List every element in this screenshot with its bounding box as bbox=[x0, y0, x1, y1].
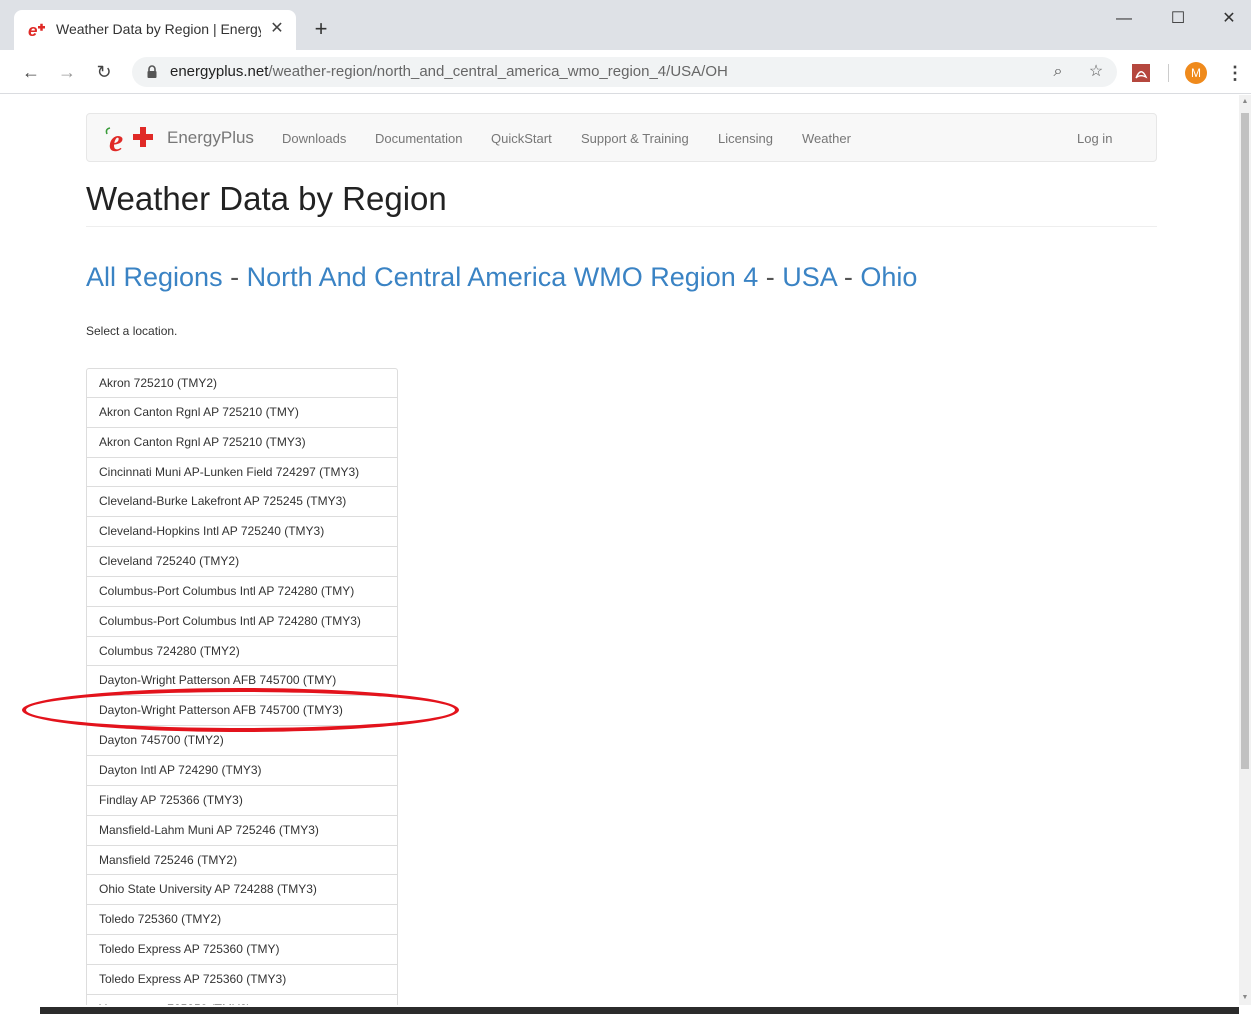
location-item[interactable]: Dayton Intl AP 724290 (TMY3) bbox=[86, 755, 398, 786]
nav-quickstart[interactable]: QuickStart bbox=[491, 131, 552, 146]
location-item[interactable]: Toledo Express AP 725360 (TMY3) bbox=[86, 964, 398, 995]
location-item[interactable]: Columbus-Port Columbus Intl AP 724280 (T… bbox=[86, 576, 398, 607]
forward-icon[interactable]: → bbox=[54, 59, 80, 85]
toolbar-divider bbox=[1168, 64, 1169, 82]
breadcrumb-region[interactable]: North And Central America WMO Region 4 bbox=[247, 262, 759, 292]
page-title: Weather Data by Region bbox=[86, 180, 447, 217]
menu-icon[interactable]: ⋮ bbox=[1226, 62, 1244, 84]
breadcrumb-separator: - bbox=[836, 262, 861, 292]
location-item[interactable]: Dayton 745700 (TMY2) bbox=[86, 726, 398, 756]
zoom-icon[interactable]: ⌕ bbox=[1048, 62, 1068, 82]
minimize-button[interactable]: — bbox=[1102, 6, 1146, 32]
location-item[interactable]: Columbus 724280 (TMY2) bbox=[86, 636, 398, 667]
location-item[interactable]: Dayton-Wright Patterson AFB 745700 (TMY) bbox=[86, 666, 398, 697]
location-item[interactable]: Toledo 725360 (TMY2) bbox=[86, 905, 398, 936]
nav-licensing[interactable]: Licensing bbox=[718, 131, 773, 146]
location-item[interactable]: Columbus-Port Columbus Intl AP 724280 (T… bbox=[86, 606, 398, 637]
nav-weather[interactable]: Weather bbox=[802, 131, 851, 146]
breadcrumb-country[interactable]: USA bbox=[782, 262, 836, 292]
login-link[interactable]: Log in bbox=[1077, 131, 1112, 146]
location-item[interactable]: Mansfield-Lahm Muni AP 725246 (TMY3) bbox=[86, 815, 398, 846]
browser-toolbar: ← → ↻ energyplus.net/weather-region/nort… bbox=[0, 50, 1251, 94]
back-icon[interactable]: ← bbox=[18, 59, 44, 85]
browser-tab[interactable]: e Weather Data by Region | Energy ✕ bbox=[14, 10, 296, 50]
address-bar[interactable]: energyplus.net/weather-region/north_and_… bbox=[132, 57, 1117, 87]
new-tab-button[interactable]: + bbox=[309, 18, 333, 42]
location-item[interactable]: Akron Canton Rgnl AP 725210 (TMY) bbox=[86, 397, 398, 428]
breadcrumb: All Regions - North And Central America … bbox=[86, 262, 917, 293]
energyplus-favicon-icon: e bbox=[28, 21, 45, 39]
scroll-down-icon[interactable]: ▼ bbox=[1239, 991, 1251, 1005]
location-item[interactable]: Cleveland-Hopkins Intl AP 725240 (TMY3) bbox=[86, 517, 398, 548]
nav-downloads[interactable]: Downloads bbox=[282, 131, 346, 146]
taskbar-edge bbox=[40, 1007, 1239, 1014]
breadcrumb-separator: - bbox=[758, 262, 783, 292]
location-item[interactable]: Ohio State University AP 724288 (TMY3) bbox=[86, 875, 398, 906]
location-item[interactable]: Toledo Express AP 725360 (TMY) bbox=[86, 935, 398, 965]
location-item[interactable]: Cleveland-Burke Lakefront AP 725245 (TMY… bbox=[86, 487, 398, 518]
browser-tabstrip: e Weather Data by Region | Energy ✕ + — … bbox=[0, 0, 1251, 50]
site-navbar: e EnergyPlus Downloads Documentation Qui… bbox=[86, 113, 1157, 162]
svg-text:e: e bbox=[28, 21, 37, 39]
brand-name[interactable]: EnergyPlus bbox=[167, 128, 254, 148]
location-list: Akron 725210 (TMY2) Akron Canton Rgnl AP… bbox=[86, 368, 398, 1014]
energyplus-logo[interactable]: e bbox=[103, 124, 159, 154]
profile-avatar[interactable]: M bbox=[1185, 62, 1207, 84]
reload-icon[interactable]: ↻ bbox=[91, 59, 117, 85]
tab-title: Weather Data by Region | Energy bbox=[56, 21, 261, 37]
location-item[interactable]: Mansfield 725246 (TMY2) bbox=[86, 845, 398, 876]
location-item[interactable]: Findlay AP 725366 (TMY3) bbox=[86, 785, 398, 816]
maximize-button[interactable]: ☐ bbox=[1156, 6, 1200, 32]
breadcrumb-state[interactable]: Ohio bbox=[860, 262, 917, 292]
location-item[interactable]: Akron 725210 (TMY2) bbox=[86, 368, 398, 398]
lock-icon bbox=[147, 65, 157, 78]
page-scrollbar[interactable]: ▲ ▼ bbox=[1239, 95, 1251, 1005]
select-location-label: Select a location. bbox=[86, 324, 178, 338]
location-item[interactable]: Cleveland 725240 (TMY2) bbox=[86, 547, 398, 577]
scroll-thumb[interactable] bbox=[1241, 113, 1249, 769]
tab-close-icon[interactable]: ✕ bbox=[266, 18, 288, 40]
nav-support-training[interactable]: Support & Training bbox=[581, 131, 689, 146]
location-item-highlighted[interactable]: Dayton-Wright Patterson AFB 745700 (TMY3… bbox=[86, 696, 398, 727]
title-divider bbox=[86, 226, 1157, 227]
nav-documentation[interactable]: Documentation bbox=[375, 131, 462, 146]
pdf-extension-icon[interactable] bbox=[1132, 64, 1150, 82]
svg-text:e: e bbox=[109, 124, 123, 154]
scroll-up-icon[interactable]: ▲ bbox=[1239, 95, 1251, 109]
breadcrumb-all-regions[interactable]: All Regions bbox=[86, 262, 223, 292]
star-icon[interactable]: ☆ bbox=[1086, 62, 1106, 82]
close-window-button[interactable]: ✕ bbox=[1207, 6, 1251, 32]
location-item[interactable]: Cincinnati Muni AP-Lunken Field 724297 (… bbox=[86, 457, 398, 488]
url-text: energyplus.net/weather-region/north_and_… bbox=[170, 63, 728, 80]
location-item[interactable]: Akron Canton Rgnl AP 725210 (TMY3) bbox=[86, 427, 398, 458]
breadcrumb-separator: - bbox=[222, 262, 247, 292]
